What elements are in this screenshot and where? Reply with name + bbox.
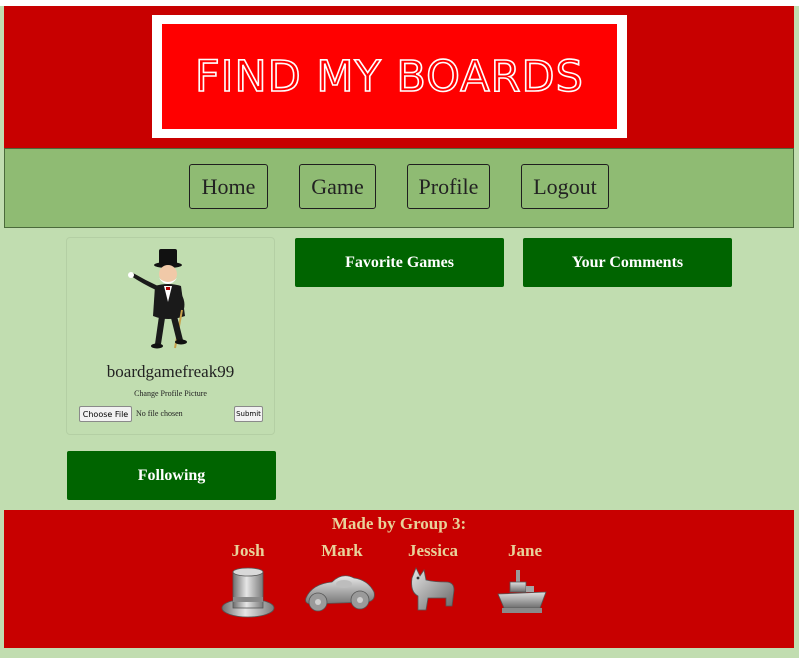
nav-logout-button[interactable]: Logout xyxy=(521,164,609,209)
member-name-jessica: Jessica xyxy=(407,541,459,560)
nav-home-button[interactable]: Home xyxy=(189,164,268,209)
submit-button[interactable]: Submit xyxy=(234,406,263,422)
logo[interactable]: FIND MY BOARDS xyxy=(152,15,627,138)
no-file-chosen-text: No file chosen xyxy=(136,409,183,418)
member-name-jane: Jane xyxy=(508,541,542,560)
logo-text: FIND MY BOARDS xyxy=(194,51,584,103)
nav-game-button[interactable]: Game xyxy=(299,164,376,209)
member-name-josh: Josh xyxy=(231,541,265,560)
battleship-token-icon xyxy=(497,570,547,613)
nav-bar: Home Game Profile Logout xyxy=(4,148,794,228)
favorite-games-button[interactable]: Favorite Games xyxy=(295,238,504,287)
made-by-heading: Made by Group 3: xyxy=(331,514,467,533)
profile-username: boardgamefreak99 xyxy=(106,362,235,381)
site-header: FIND MY BOARDS xyxy=(4,6,794,148)
scottie-dog-token-icon xyxy=(411,567,455,611)
logo-inner: FIND MY BOARDS xyxy=(162,24,617,129)
site-footer: Made by Group 3: Josh Mark Jessica Jane xyxy=(4,510,794,648)
choose-file-button[interactable]: Choose File xyxy=(79,406,132,422)
top-hat-token-icon xyxy=(221,567,275,618)
change-picture-label: Change Profile Picture xyxy=(134,389,207,398)
nav-profile-button[interactable]: Profile xyxy=(407,164,490,209)
profile-card: boardgamefreak99 Change Profile Picture … xyxy=(66,237,275,435)
race-car-token-icon xyxy=(305,575,375,612)
member-name-mark: Mark xyxy=(321,541,363,560)
following-button[interactable]: Following xyxy=(67,451,276,500)
monopoly-man-icon xyxy=(128,249,187,349)
your-comments-button[interactable]: Your Comments xyxy=(523,238,732,287)
